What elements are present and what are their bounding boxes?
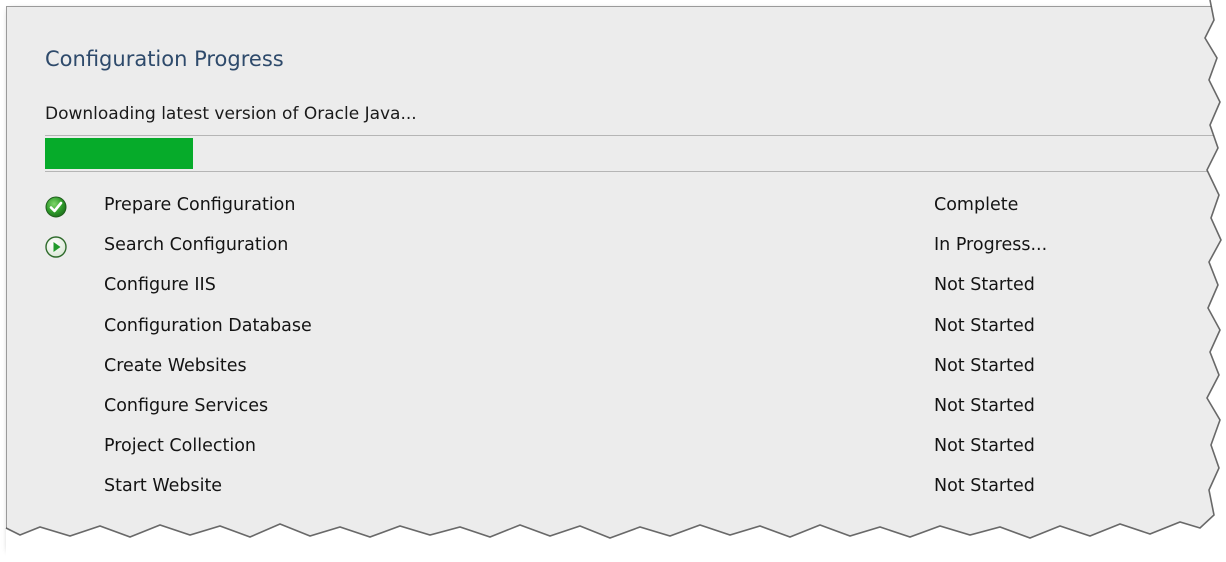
step-status: Complete [934,195,1019,215]
play-circle-icon [45,236,67,258]
step-label: Configuration Database [104,315,312,336]
step-status: Not Started [934,315,1035,336]
configuration-progress-bar [45,135,1225,172]
progress-bar-fill [45,138,193,169]
step-label: Configure IIS [104,275,216,296]
step-status: Not Started [934,436,1035,457]
configuration-progress-panel: Configuration Progress Downloading lates… [6,6,1226,547]
step-label: Start Website [104,476,223,497]
step-label: Configure Services [104,395,269,416]
step-row-search-configuration: Search Configuration In Progress... [45,235,1145,275]
configuration-step-list: Prepare Configuration Complete Search Co… [45,195,1145,517]
current-activity-text: Downloading latest version of Oracle Jav… [45,104,417,124]
check-circle-icon [45,196,67,218]
step-label: Create Websites [104,355,247,376]
step-label: Project Collection [104,436,256,457]
step-status: Not Started [934,476,1035,497]
step-row-configuration-database: Configuration Database Not Started [45,316,1145,356]
step-row-configure-iis: Configure IIS Not Started [45,275,1145,315]
page-title: Configuration Progress [45,47,284,71]
step-status: Not Started [934,355,1035,376]
step-row-project-collection: Project Collection Not Started [45,436,1145,476]
step-row-create-websites: Create Websites Not Started [45,356,1145,396]
step-row-configure-services: Configure Services Not Started [45,396,1145,436]
step-row-prepare-configuration: Prepare Configuration Complete [45,195,1145,235]
step-status: In Progress... [934,235,1048,256]
step-label: Search Configuration [104,235,289,256]
step-row-start-website: Start Website Not Started [45,476,1145,516]
step-status: Not Started [934,275,1035,296]
step-status: Not Started [934,395,1035,416]
step-label: Prepare Configuration [104,195,296,215]
